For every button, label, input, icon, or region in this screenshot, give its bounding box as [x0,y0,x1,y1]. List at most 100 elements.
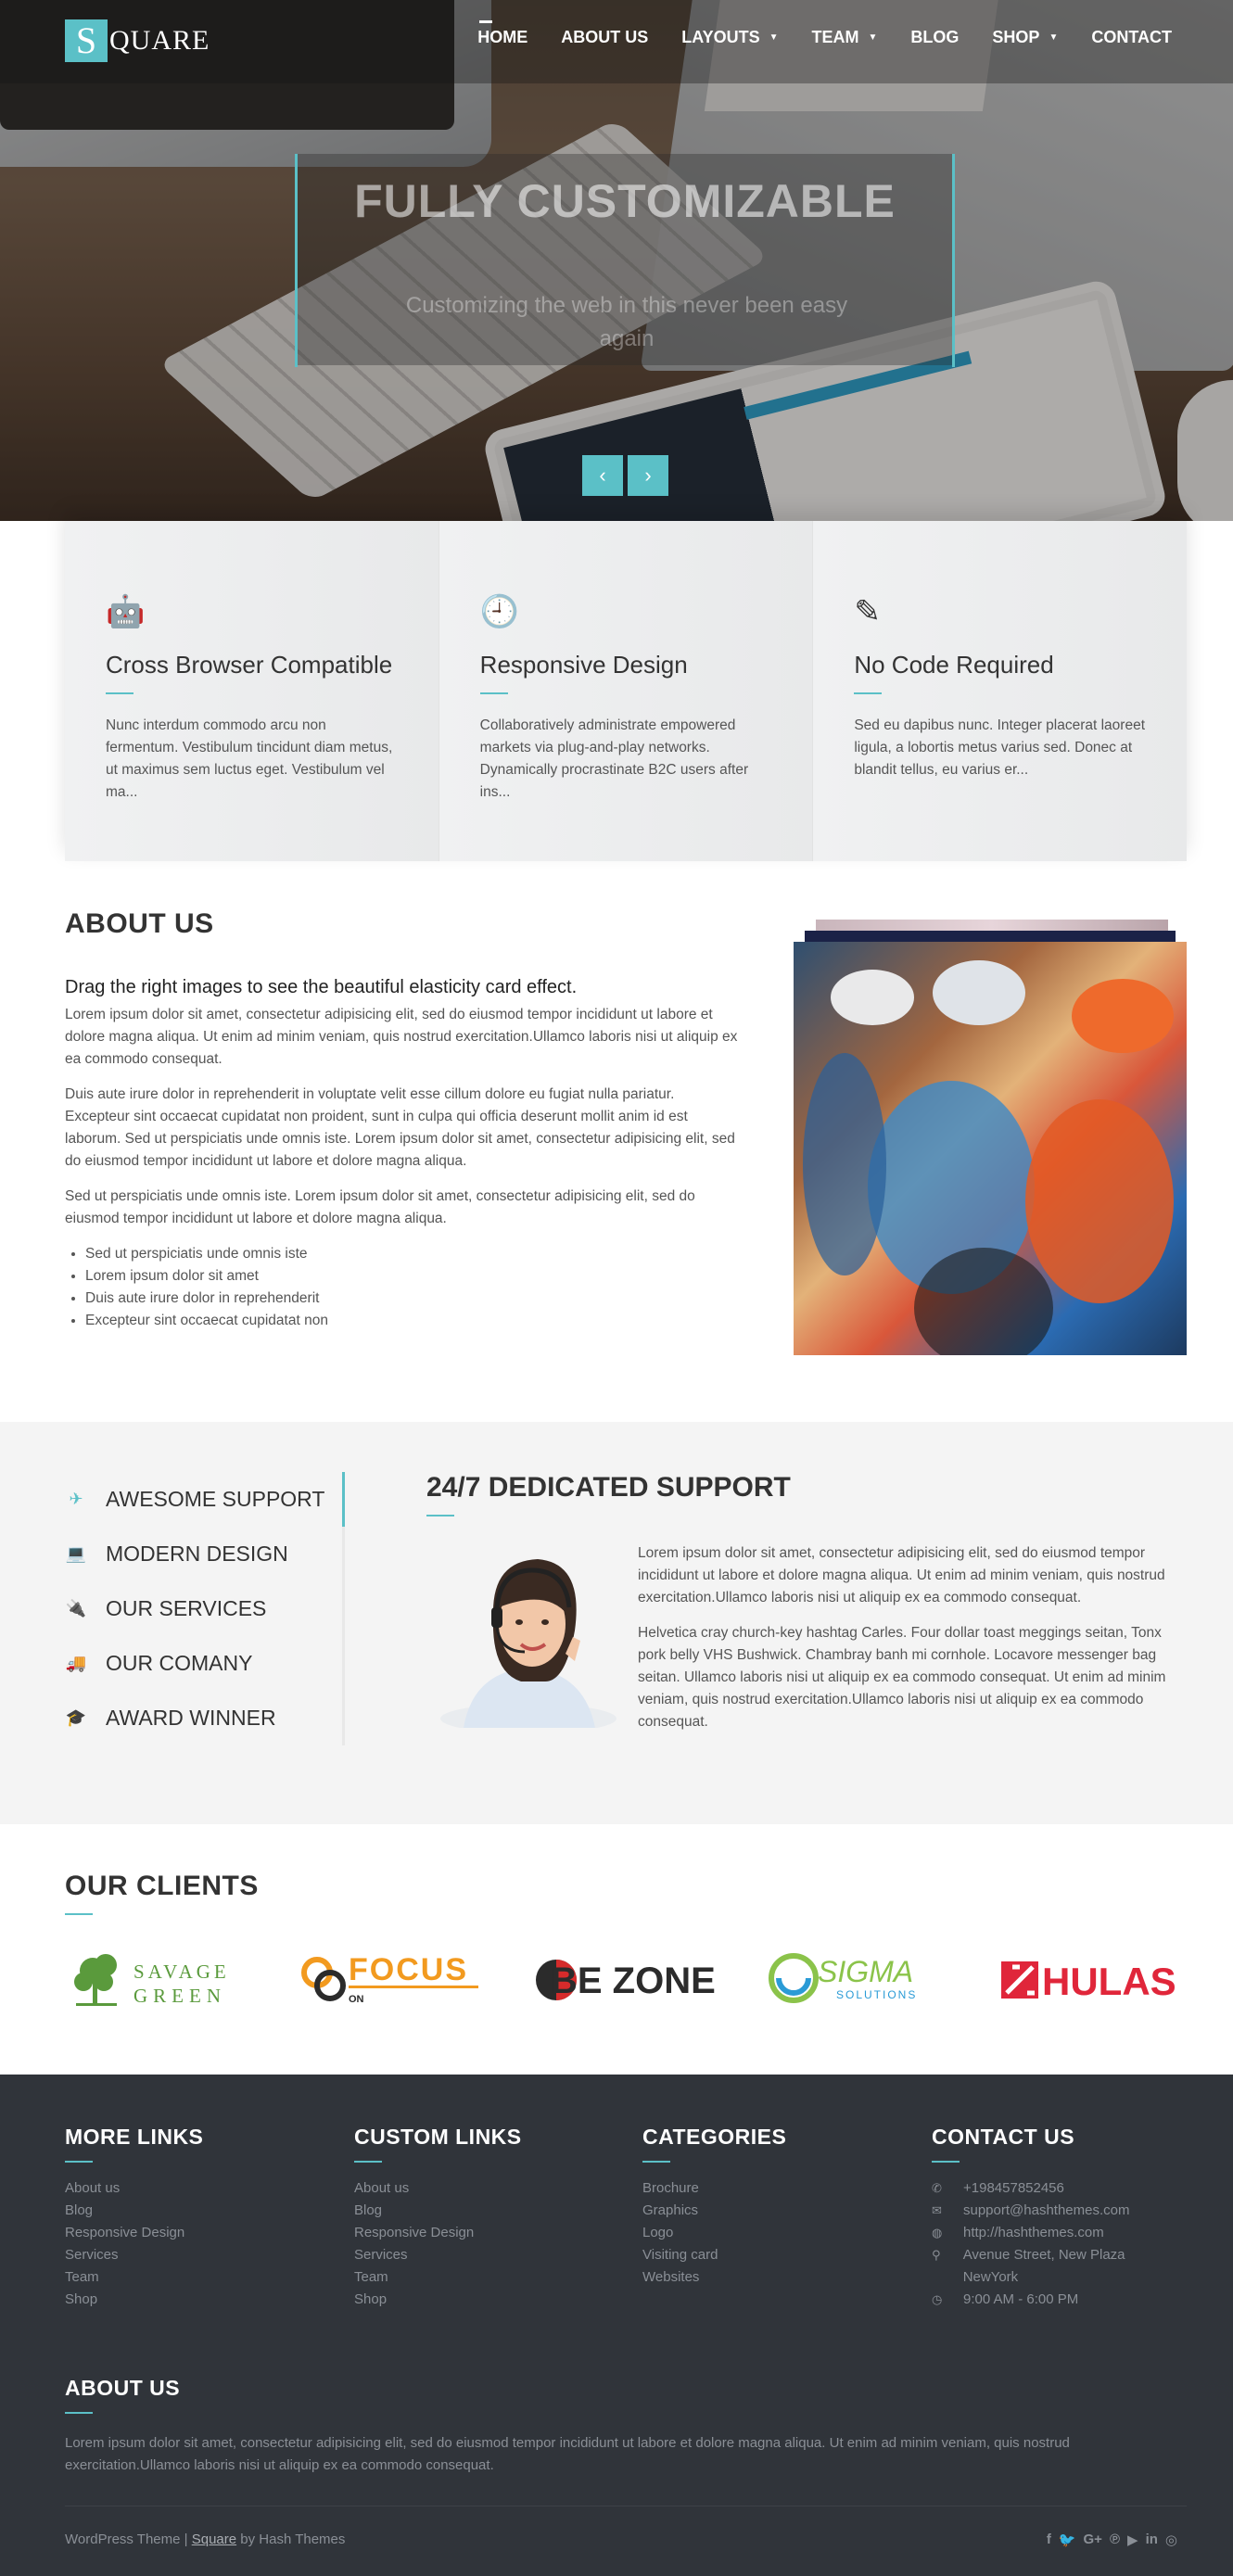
contact-item: ⚲ Avenue Street, New Plaza NewYork [932,2244,1182,2289]
feature-text: Sed eu dapibus nunc. Integer placerat la… [854,717,1146,778]
footer-categories: CATEGORIES Brochure Graphics Logo Visiting … [642,2125,921,2289]
support-text: Lorem ipsum dolor sit amet, consectetur … [638,1542,1181,1733]
footer-link[interactable]: Team [354,2266,632,2289]
tab-awesome-support[interactable]: ✈ AWESOME SUPPORT [65,1472,345,1527]
tab-our-services[interactable]: 🔌 OUR SERVICES [65,1581,345,1636]
feature-card: ✎ No Code Required Sed eu dapibus nunc. In… [812,521,1188,861]
footer-link[interactable]: Brochure [642,2177,921,2200]
nav-item-home[interactable]: HOME [477,20,528,47]
youtube-icon[interactable]: ▶ [1127,2532,1138,2548]
footer-title: CONTACT US [932,2125,1075,2149]
theme-link[interactable]: Square [192,2532,236,2547]
tab-modern-design[interactable]: 💻 MODERN DESIGN [65,1527,345,1581]
plane-icon: ✈ [69,1490,83,1508]
slide-title: FULLY CUSTOMIZABLE [354,175,896,227]
nav-item-shop[interactable]: SHOP ▼ [992,28,1058,47]
contact-item: ◍ http://hashthemes.com [932,2222,1182,2244]
slider-prev-button[interactable]: ‹ [582,455,623,496]
nav-item-team[interactable]: TEAM ▼ [812,28,878,47]
clock-icon: 🕘 [479,594,520,629]
footer-link[interactable]: About us [65,2177,343,2200]
list-item: Sed ut perspiciatis unde omnis iste [85,1243,742,1265]
nav-item-label: BLOG [910,28,960,46]
be-zone-logo[interactable]: BE ZONE [528,1945,723,2011]
contact-text: 9:00 AM - 6:00 PM [963,2291,1079,2307]
hero-slider: S QUARE HOME ABOUT US LAYOUTS ▼ TEAM ▼ BLOG SHO… [0,0,1233,521]
client-logo-text: SIGMA [818,1955,913,1988]
feature-text: Nunc interdum commodo arcu non fermentum… [106,717,393,800]
focus-logo[interactable]: FOCUS ON [297,1945,491,2011]
nav-item-layouts[interactable]: LAYOUTS ▼ [681,28,778,47]
footer-about: ABOUT US Lorem ipsum dolor sit amet, con… [65,2376,1177,2477]
footer-link[interactable]: Blog [65,2200,343,2222]
footer-link[interactable]: Logo [642,2222,921,2244]
footer-link[interactable]: Responsive Design [354,2222,632,2244]
elastic-card-stack[interactable] [794,920,1187,1355]
client-logo-text: ON [349,1994,364,2005]
clients-row: SAVAGE GREEN FOCUS ON BE ZONE SIGMA SOLU… [65,1945,1187,2011]
truck-icon: 🚚 [65,1654,87,1672]
clock-icon: ◷ [932,2292,943,2306]
tab-label: OUR SERVICES [106,1596,267,1620]
tab-label: OUR COMANY [106,1651,253,1675]
nav-item-blog[interactable]: BLOG [910,28,959,47]
chevron-down-icon: ▼ [769,32,779,43]
footer-link[interactable]: Visiting card [642,2244,921,2266]
instagram-icon[interactable]: ◎ [1165,2532,1177,2548]
linkedin-icon[interactable]: in [1146,2532,1158,2548]
nav-item-contact[interactable]: CONTACT [1091,28,1172,47]
support-section: ✈ AWESOME SUPPORT 💻 MODERN DESIGN 🔌 OUR SERVI… [0,1422,1233,1824]
footer-contact: CONTACT US ✆ +198457852456 ✉ support@hashth… [932,2125,1182,2311]
footer-more-links: MORE LINKS About us Blog Responsive Design… [65,2125,343,2311]
about-paragraph: Duis aute irure dolor in reprehenderit i… [65,1086,735,1169]
feature-title[interactable]: Cross Browser Compatible [106,651,398,679]
footer-link[interactable]: Graphics [642,2200,921,2222]
client-logo-text: HULAS [1042,1960,1176,2003]
footer-link[interactable]: Responsive Design [65,2222,343,2244]
client-logo-text: FOCUS [349,1952,468,1987]
contact-text[interactable]: +198457852456 [963,2177,1064,2200]
envelope-icon: ✉ [932,2203,942,2217]
social-links: f 🐦 G+ ℗ ▶ in ◎ [1039,2532,1177,2548]
footer-link[interactable]: About us [354,2177,632,2200]
footer-link[interactable]: Shop [354,2289,632,2311]
footer-link[interactable]: Services [354,2244,632,2266]
about-title: ABOUT US [65,908,214,939]
tab-award-winner[interactable]: 🎓 AWARD WINNER [65,1691,345,1745]
contact-list: ✆ +198457852456 ✉ support@hashthemes.com ◍ ht… [932,2177,1182,2311]
google-plus-icon[interactable]: G+ [1084,2532,1102,2548]
features-section: 🤖 Cross Browser Compatible Nunc interdum c… [65,521,1188,861]
footer-link[interactable]: Blog [354,2200,632,2222]
feature-title[interactable]: No Code Required [854,651,1146,679]
nav-item-label: SHOP [992,28,1040,46]
footer-link[interactable]: Shop [65,2289,343,2311]
savage-green-logo[interactable]: SAVAGE GREEN [65,1945,260,2011]
feature-title[interactable]: Responsive Design [480,651,772,679]
client-logo-text: SOLUTIONS [836,1988,917,2001]
sigma-logo[interactable]: SIGMA SOLUTIONS [760,1945,955,2011]
list-item: Excepteur sint occaecat cupidatat non [85,1310,742,1332]
slider-next-button[interactable]: › [628,455,668,496]
twitter-icon[interactable]: 🐦 [1059,2532,1076,2548]
footer-link[interactable]: Team [65,2266,343,2289]
site-logo[interactable]: S QUARE [65,19,210,62]
facebook-icon[interactable]: f [1047,2532,1051,2548]
support-agent-image [440,1559,616,1728]
client-logo-text: BE ZONE [551,1961,716,2001]
footer-link[interactable]: Services [65,2244,343,2266]
phone-icon: ✆ [932,2181,942,2195]
footer-link[interactable]: Websites [642,2266,921,2289]
footer-link-list: About us Blog Responsive Design Services Tea… [354,2177,632,2311]
contact-text[interactable]: support@hashthemes.com [963,2200,1129,2222]
main-menu: HOME ABOUT US LAYOUTS ▼ TEAM ▼ BLOG SHOP ▼ CONTAC… [444,20,1172,47]
nav-item-label: HOME [477,28,528,46]
footer-custom-links: CUSTOM LINKS About us Blog Responsive Desi… [354,2125,632,2311]
pinterest-icon[interactable]: ℗ [1110,2532,1120,2548]
about-list: Sed ut perspiciatis unde omnis isteLorem… [65,1243,742,1332]
credit-prefix: WordPress Theme | [65,2532,192,2547]
tab-our-comany[interactable]: 🚚 OUR COMANY [65,1636,345,1691]
hulas-logo[interactable]: HULAS [992,1945,1187,2011]
cyclists-photo[interactable] [794,942,1187,1355]
nav-item-about-us[interactable]: ABOUT US [561,28,648,47]
contact-text[interactable]: http://hashthemes.com [963,2222,1104,2244]
